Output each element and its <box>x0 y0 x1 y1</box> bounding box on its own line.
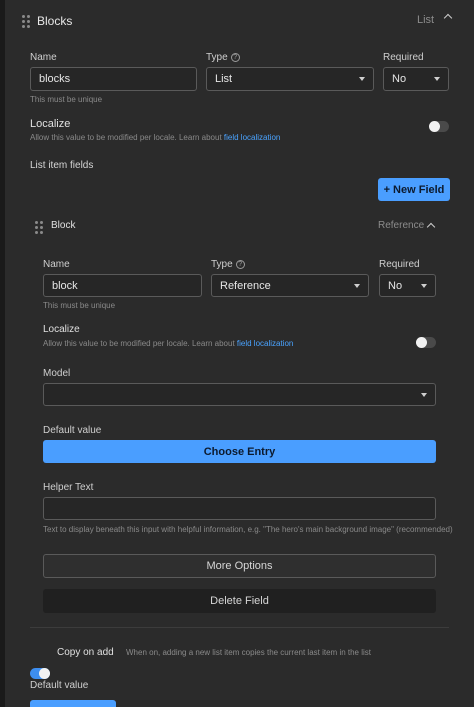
localize-label: Localize <box>30 118 71 130</box>
chevron-down-icon <box>354 283 360 288</box>
sub-localize-hint: Allow this value to be modified per loca… <box>43 339 235 348</box>
help-icon[interactable]: ? <box>230 52 240 62</box>
copy-on-add-label: Copy on add <box>57 647 114 658</box>
helper-text-input[interactable] <box>43 497 436 520</box>
localize-hint-wrap: Allow this value to be modified per loca… <box>30 133 280 142</box>
name-input-value: blocks <box>39 73 71 85</box>
copy-on-add-hint: When on, adding a new list item copies t… <box>126 648 372 657</box>
list-item-fields-label: List item fields <box>30 160 94 171</box>
sub-localize-toggle[interactable] <box>416 337 436 348</box>
chevron-down-icon <box>421 283 427 288</box>
default-value-label: Default value <box>30 680 89 691</box>
required-select-value: No <box>392 73 407 85</box>
sub-type-select[interactable]: Reference <box>211 274 369 297</box>
type-select[interactable]: List <box>206 67 374 91</box>
localize-link[interactable]: field localization <box>224 133 280 142</box>
help-icon[interactable]: ? <box>235 259 245 269</box>
type-label-wrap: Type? <box>206 52 240 63</box>
sub-localize-hint-wrap: Allow this value to be modified per loca… <box>43 339 293 348</box>
collapse-icon[interactable] <box>443 13 453 23</box>
sub-required-label: Required <box>379 259 420 270</box>
sub-name-label: Name <box>43 259 70 270</box>
sub-required-select-value: No <box>388 279 403 292</box>
helper-text-label: Helper Text <box>43 482 94 493</box>
collapse-icon[interactable] <box>426 222 436 232</box>
more-options-button[interactable]: More Options <box>43 554 436 578</box>
drag-handle-icon[interactable] <box>22 15 30 28</box>
sub-field-type-badge: Reference <box>378 220 425 231</box>
chevron-down-icon <box>434 77 440 81</box>
drag-handle-icon[interactable] <box>35 221 43 234</box>
type-select-value: List <box>215 73 233 85</box>
name-label: Name <box>30 52 57 63</box>
field-editor-panel: Blocks List Name blocks This must be uni… <box>5 0 474 707</box>
required-label: Required <box>383 52 424 63</box>
choose-entry-button[interactable]: Choose Entry <box>43 440 436 463</box>
sub-name-input-value: block <box>52 279 78 292</box>
model-select[interactable] <box>43 383 436 406</box>
localize-hint: Allow this value to be modified per loca… <box>30 133 222 142</box>
chevron-down-icon <box>421 392 427 397</box>
type-label: Type <box>206 52 228 63</box>
required-select[interactable]: No <box>383 67 449 91</box>
new-field-button[interactable]: + New Field <box>378 178 450 201</box>
sub-type-label-wrap: Type? <box>211 259 245 270</box>
sub-localize-link[interactable]: field localization <box>237 339 293 348</box>
sub-default-value-label: Default value <box>43 425 102 436</box>
default-value-button[interactable] <box>30 700 116 707</box>
chevron-down-icon <box>359 77 365 81</box>
field-title: Blocks <box>37 14 73 28</box>
localize-toggle[interactable] <box>429 121 449 132</box>
model-label: Model <box>43 368 71 379</box>
field-type-badge: List <box>417 14 435 26</box>
sub-type-label: Type <box>211 259 233 270</box>
sub-field-title: Block <box>51 220 76 231</box>
helper-text-hint: Text to display beneath this input with … <box>43 525 453 534</box>
name-hint: This must be unique <box>30 95 103 104</box>
name-input[interactable]: blocks <box>30 67 197 91</box>
sub-name-input[interactable]: block <box>43 274 202 297</box>
divider <box>30 627 449 628</box>
sub-localize-label: Localize <box>43 324 80 335</box>
sub-type-select-value: Reference <box>220 279 271 292</box>
delete-field-button[interactable]: Delete Field <box>43 589 436 613</box>
sub-required-select[interactable]: No <box>379 274 436 297</box>
sub-name-hint: This must be unique <box>43 301 116 310</box>
copy-on-add-toggle[interactable] <box>30 668 50 679</box>
